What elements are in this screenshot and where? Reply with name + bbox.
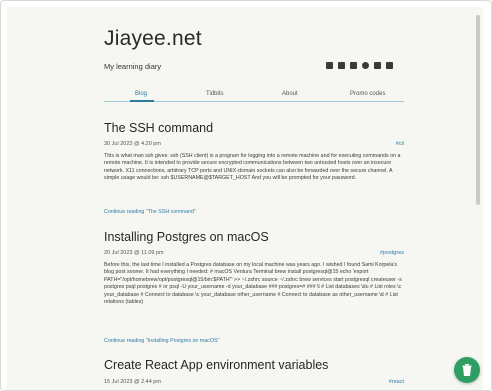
site-title[interactable]: Jiayee.net (104, 27, 202, 51)
post-date: 30 Jul 2023 @ 4.20 pm (104, 141, 161, 147)
post-tag[interactable]: #postgres (380, 250, 404, 256)
site-tagline: My learning diary (104, 62, 162, 71)
browser-frame: Jiayee.net My learning diary Blog Tidbit… (0, 0, 492, 391)
scrollbar-thumb[interactable] (476, 15, 480, 205)
post-meta: 20 Jul 2023 @ 11.09 pm #postgres (104, 250, 404, 260)
post-title[interactable]: Installing Postgres on macOS (104, 230, 269, 244)
active-tab-indicator (130, 100, 154, 102)
document-icon[interactable] (338, 62, 345, 69)
github-icon[interactable] (362, 62, 369, 69)
post-excerpt: This is what man ssh gives: ssh (SSH cli… (104, 153, 401, 182)
buy-me-coffee-button[interactable] (454, 357, 480, 383)
continue-reading-link[interactable]: Continue reading "The SSH command" (104, 209, 196, 215)
social-links (326, 62, 393, 69)
mail-icon[interactable] (326, 62, 333, 69)
nav-tab-blog[interactable]: Blog (135, 91, 147, 97)
post-excerpt: Before this, the last time I installed a… (104, 262, 402, 306)
post-date: 15 Jul 2023 @ 2.44 pm (104, 379, 161, 385)
stackoverflow-icon[interactable] (386, 62, 393, 69)
continue-reading-link[interactable]: Continue reading "Installing Postgres on… (104, 338, 219, 344)
nav-tab-promo-codes[interactable]: Promo codes (350, 91, 385, 97)
post-meta: 15 Jul 2023 @ 2.44 pm #react (104, 379, 404, 389)
post-meta: 30 Jul 2023 @ 4.20 pm #cli (104, 141, 404, 151)
facebook-icon[interactable] (350, 62, 357, 69)
nav-tab-tidbits[interactable]: Tidbits (206, 91, 223, 97)
post-title[interactable]: Create React App environment variables (104, 358, 328, 372)
post-date: 20 Jul 2023 @ 11.09 pm (104, 250, 164, 256)
post-title[interactable]: The SSH command (104, 121, 213, 135)
page: Jiayee.net My learning diary Blog Tidbit… (7, 7, 483, 390)
coffee-cup-icon (462, 363, 472, 376)
nav-bar: Blog Tidbits About Promo codes (104, 88, 404, 102)
post-tag[interactable]: #react (389, 379, 404, 385)
linkedin-icon[interactable] (374, 62, 381, 69)
post-tag[interactable]: #cli (396, 141, 404, 147)
nav-tab-about[interactable]: About (282, 91, 298, 97)
